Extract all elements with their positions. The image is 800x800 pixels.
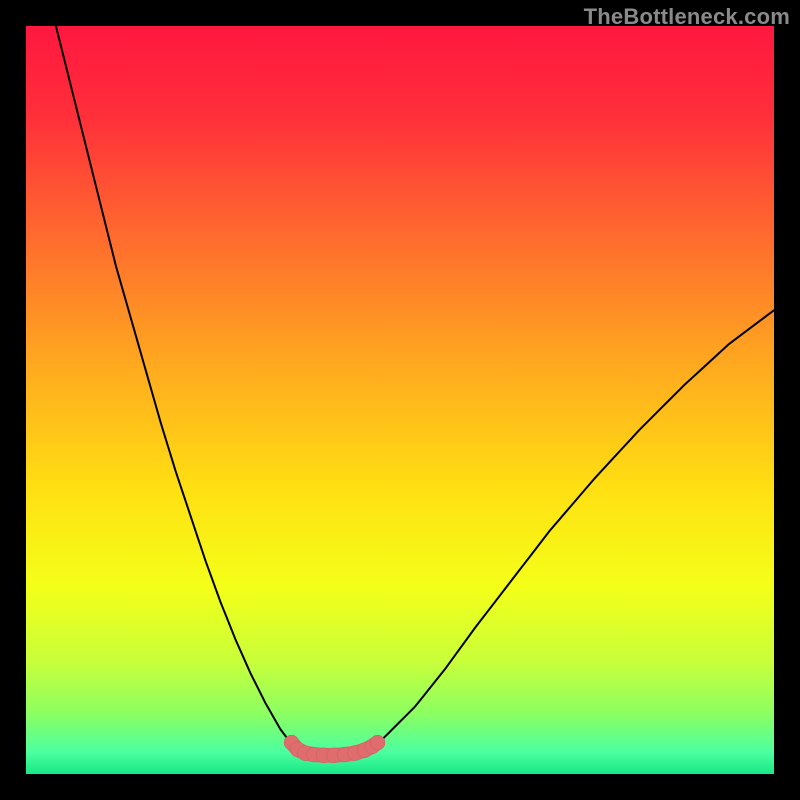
chart-frame: TheBottleneck.com <box>0 0 800 800</box>
plot-area <box>26 26 774 774</box>
marker-dot <box>370 735 385 750</box>
chart-svg <box>26 26 774 774</box>
gradient-background <box>26 26 774 774</box>
